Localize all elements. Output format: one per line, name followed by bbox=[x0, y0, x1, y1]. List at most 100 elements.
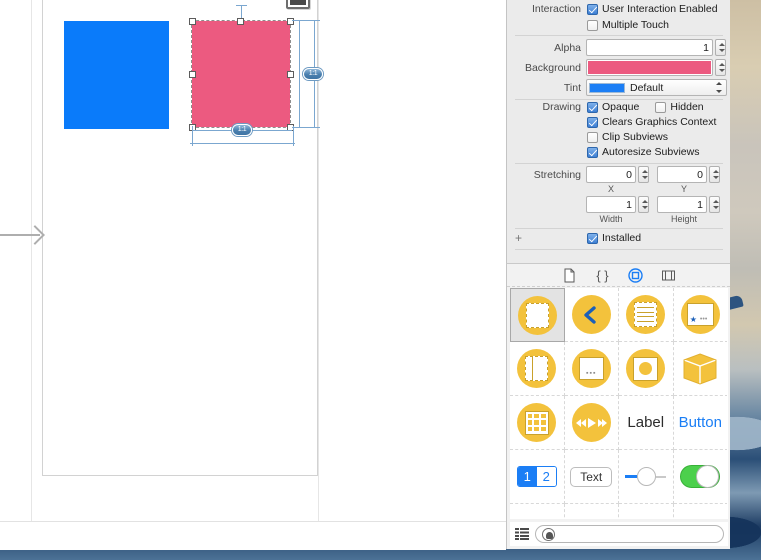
stretching-height-input[interactable]: 1 bbox=[657, 196, 707, 213]
clears-graphics-context-row: Clears Graphics Context bbox=[587, 116, 716, 128]
page-view-controller-item[interactable]: ▪▪▪ bbox=[564, 342, 619, 396]
add-installed-variation-button[interactable]: + bbox=[515, 231, 522, 245]
stretching-x-input[interactable]: 0 bbox=[586, 166, 636, 183]
object-library-panel[interactable]: { } ★ ••• ▪▪▪ Label Button 1 2 Text bbox=[506, 263, 730, 549]
tint-label: Tint bbox=[563, 81, 581, 94]
stepper-item[interactable] bbox=[673, 504, 727, 519]
tab-bar-controller-icon: ★ ••• bbox=[680, 295, 720, 334]
constraint-guide-top bbox=[241, 5, 242, 18]
stretching-size-row: 1 1 bbox=[507, 196, 731, 213]
library-view-mode-icon[interactable] bbox=[515, 528, 529, 540]
clears-graphics-context-checkbox[interactable] bbox=[587, 116, 598, 128]
view-controller-item[interactable] bbox=[510, 288, 565, 342]
multiple-touch-row: Multiple Touch bbox=[587, 19, 669, 31]
segmented-control-item[interactable]: 1 2 bbox=[510, 450, 565, 504]
autoresize-subviews-label: Autoresize Subviews bbox=[602, 146, 700, 158]
aspect-ratio-badge-bottom[interactable]: 1:1 bbox=[232, 124, 252, 136]
split-view-controller-icon bbox=[517, 349, 557, 388]
alpha-input[interactable]: 1 bbox=[586, 39, 713, 56]
autoresize-subviews-checkbox[interactable] bbox=[587, 146, 598, 158]
selection-handle-top-left[interactable] bbox=[189, 18, 196, 25]
stretching-width-sublabel: Width bbox=[599, 214, 623, 224]
installed-label: Installed bbox=[602, 232, 642, 244]
page-view-controller-icon: ▪▪▪ bbox=[571, 349, 611, 388]
canvas-left-rail bbox=[31, 0, 32, 521]
view-controller-icon bbox=[517, 295, 557, 335]
opaque-checkbox[interactable] bbox=[587, 101, 598, 113]
background-color-well[interactable] bbox=[586, 59, 713, 76]
library-tab-bar[interactable]: { } bbox=[507, 264, 730, 287]
tint-color-swatch bbox=[589, 82, 625, 93]
aspect-ratio-badge-right[interactable]: 1:1 bbox=[303, 68, 323, 80]
search-icon bbox=[542, 527, 555, 541]
divider-3 bbox=[515, 163, 723, 164]
tint-popup-arrows bbox=[715, 80, 724, 95]
attributes-inspector[interactable]: Interaction User Interaction Enabled Mul… bbox=[506, 0, 730, 263]
switch-item[interactable] bbox=[673, 450, 727, 504]
constraint-guide-right-top-cap bbox=[292, 20, 320, 21]
pink-view[interactable] bbox=[191, 20, 291, 128]
glkit-view-controller-item[interactable] bbox=[564, 396, 619, 450]
tab-bar-controller-item[interactable]: ★ ••• bbox=[673, 288, 727, 342]
label-item-text: Label bbox=[627, 414, 665, 431]
file-template-library-tab[interactable] bbox=[562, 268, 577, 283]
divider-1 bbox=[515, 35, 723, 36]
selection-handle-top-center[interactable] bbox=[237, 18, 244, 25]
library-search-field[interactable] bbox=[535, 525, 724, 543]
glkit-view-controller-icon bbox=[571, 403, 611, 442]
stretching-height-sublabel: Height bbox=[670, 214, 697, 224]
activity-indicator-item[interactable] bbox=[510, 504, 565, 519]
slider-item[interactable] bbox=[619, 450, 674, 504]
stretching-width-input[interactable]: 1 bbox=[586, 196, 636, 213]
library-item-grid[interactable]: ★ ••• ▪▪▪ Label Button 1 2 Text bbox=[510, 288, 728, 519]
background-row: Background bbox=[507, 59, 731, 76]
multiple-touch-checkbox[interactable] bbox=[587, 19, 598, 31]
user-interaction-enabled-label: User Interaction Enabled bbox=[602, 3, 718, 15]
interaction-row: Interaction User Interaction Enabled bbox=[507, 3, 731, 15]
constraint-guide-bottom-right-cap bbox=[293, 126, 294, 146]
navigation-controller-item[interactable] bbox=[564, 288, 619, 342]
stretching-x-stepper[interactable] bbox=[638, 166, 649, 183]
object-item[interactable] bbox=[673, 342, 727, 396]
label-item[interactable]: Label bbox=[619, 396, 674, 450]
button-item[interactable]: Button bbox=[673, 396, 727, 450]
clip-subviews-checkbox[interactable] bbox=[587, 131, 598, 143]
stretching-row: Stretching 0 0 bbox=[507, 166, 731, 183]
installed-row: Installed bbox=[587, 232, 641, 244]
installed-checkbox[interactable] bbox=[587, 232, 598, 244]
stretching-width-stepper[interactable] bbox=[638, 196, 649, 213]
progress-view-item[interactable] bbox=[564, 504, 619, 519]
split-view-controller-item[interactable] bbox=[510, 342, 565, 396]
selection-handle-middle-right[interactable] bbox=[287, 71, 294, 78]
hidden-checkbox[interactable] bbox=[655, 101, 667, 113]
tint-popup[interactable]: Default bbox=[586, 79, 727, 96]
background-color-stepper[interactable] bbox=[715, 59, 726, 76]
selection-handle-middle-left[interactable] bbox=[189, 71, 196, 78]
stretching-y-input[interactable]: 0 bbox=[657, 166, 707, 183]
editor-bottom-bar: wAny hAny bbox=[0, 521, 506, 550]
text-field-item-text: Text bbox=[570, 466, 613, 487]
code-snippet-library-tab[interactable]: { } bbox=[595, 268, 610, 283]
stretching-y-sublabel: Y bbox=[680, 184, 687, 194]
segment-two: 2 bbox=[536, 467, 556, 486]
scene-dock-icon[interactable] bbox=[286, 0, 310, 9]
alpha-stepper[interactable] bbox=[715, 39, 726, 56]
multiple-touch-label: Multiple Touch bbox=[602, 19, 669, 31]
user-interaction-enabled-checkbox[interactable] bbox=[587, 3, 598, 15]
collection-view-controller-item[interactable] bbox=[510, 396, 565, 450]
blue-view[interactable] bbox=[64, 21, 169, 129]
tint-row: Tint Default bbox=[507, 79, 731, 96]
table-view-controller-item[interactable] bbox=[619, 288, 674, 342]
storyboard-editor[interactable]: 1:1 1:1 bbox=[0, 0, 506, 521]
svg-text:{ }: { } bbox=[596, 268, 609, 283]
constraint-guide-bottom-left-cap bbox=[192, 126, 193, 146]
avplayer-controller-item[interactable] bbox=[619, 342, 674, 396]
page-control-item[interactable] bbox=[619, 504, 674, 519]
stretching-height-stepper[interactable] bbox=[709, 196, 720, 213]
media-library-tab[interactable] bbox=[661, 268, 676, 283]
object-library-tab[interactable] bbox=[627, 267, 643, 283]
text-field-item[interactable]: Text bbox=[564, 450, 619, 504]
segment-one: 1 bbox=[517, 467, 537, 486]
library-search-bar[interactable] bbox=[510, 522, 728, 546]
stretching-y-stepper[interactable] bbox=[709, 166, 720, 183]
